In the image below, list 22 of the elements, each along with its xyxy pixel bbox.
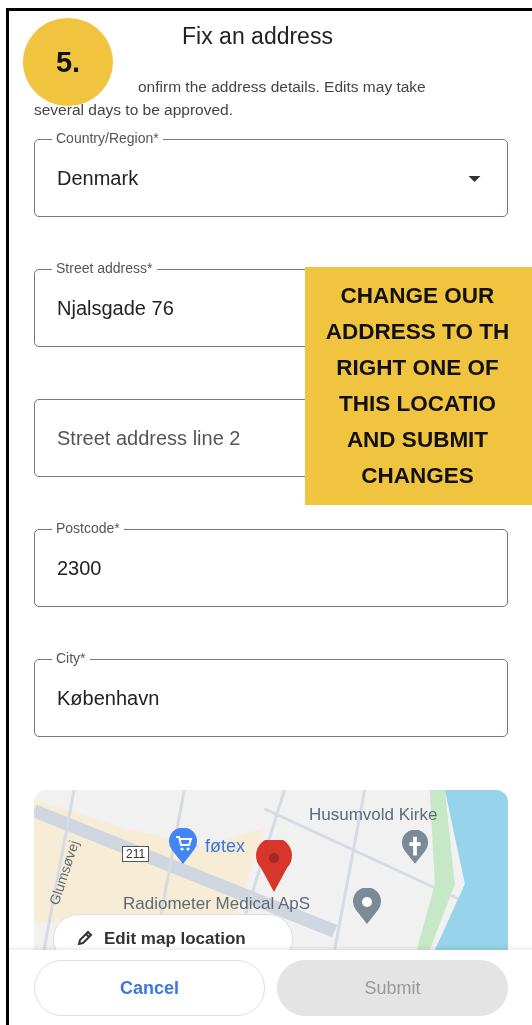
cancel-button[interactable]: Cancel [34, 960, 265, 1016]
map-label: Radiometer Medical ApS [123, 894, 311, 914]
field-label: City* [52, 650, 90, 666]
map-label: Husumvold Kirke [309, 805, 438, 825]
church-pin-icon [401, 830, 429, 864]
location-pin-icon [256, 840, 292, 892]
field-value: København [57, 686, 160, 710]
caret-icon [468, 176, 481, 182]
field-value: 2300 [57, 556, 102, 580]
dialog-title: Fix an address [181, 23, 334, 50]
field-label: Postcode* [52, 520, 124, 536]
instruction-tooltip: CHANGE OUR ADDRESS TO TH RIGHT ONE OF THIS LOCATIO AND SUBMIT CHANGES [305, 267, 532, 505]
field-value: Njalsgade 76 [57, 296, 174, 320]
shopping-cart-pin-icon [168, 828, 198, 864]
edit-map-location-button[interactable]: Edit map location [53, 914, 293, 950]
field-label: Country/Region* [52, 130, 163, 146]
road-number: 211 [122, 846, 150, 862]
field-value: Denmark [57, 166, 139, 190]
field-placeholder: Street address line 2 [57, 426, 241, 450]
field-label: Street address* [52, 260, 157, 276]
map-label: føtex [205, 836, 245, 857]
place-pin-icon [352, 888, 382, 924]
